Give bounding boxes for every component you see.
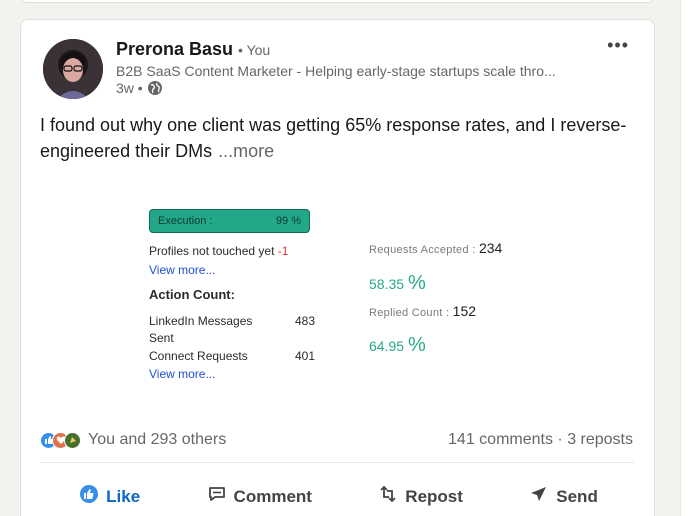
view-more-link-2: View more... bbox=[149, 367, 216, 381]
execution-label: Execution : bbox=[158, 215, 213, 227]
replied-value: 152 bbox=[452, 303, 477, 319]
author-headline: B2B SaaS Content Marketer - Helping earl… bbox=[116, 63, 556, 79]
replied-label: Replied Count : bbox=[369, 307, 450, 319]
execution-value: 99 % bbox=[275, 215, 301, 227]
accepted-percentage: 58.35 % bbox=[369, 272, 426, 295]
post-card: Prerona Basu • You B2B SaaS Content Mark… bbox=[20, 19, 655, 516]
connect-requests-label: Connect Requests bbox=[149, 349, 248, 363]
repost-button[interactable]: Repost bbox=[368, 478, 473, 515]
author-avatar[interactable] bbox=[43, 39, 103, 99]
right-sidebar-edge bbox=[680, 0, 693, 516]
replied-count: Replied Count : 152 bbox=[369, 303, 476, 319]
profiles-label: Profiles not touched yet bbox=[149, 244, 275, 258]
send-icon bbox=[529, 484, 549, 509]
comment-button[interactable]: Comment bbox=[197, 478, 322, 515]
post-text: I found out why one client was getting 6… bbox=[40, 115, 627, 161]
reaction-icons bbox=[40, 431, 81, 449]
view-more-link-1: View more... bbox=[149, 263, 216, 277]
comments-reposts-count[interactable]: 141 comments · 3 reposts bbox=[448, 431, 633, 449]
requests-accepted-value: 234 bbox=[478, 240, 503, 256]
post-actions: Like Comment Repost Send bbox=[21, 478, 656, 515]
you-indicator: • You bbox=[238, 42, 271, 58]
like-label: Like bbox=[106, 486, 141, 506]
reactions-text: You and 293 others bbox=[88, 431, 227, 448]
more-options-icon[interactable]: ••• bbox=[607, 35, 629, 56]
see-more-link[interactable]: ...more bbox=[218, 141, 274, 161]
repost-label: Repost bbox=[405, 486, 463, 506]
linkedin-messages-label-2: Sent bbox=[149, 331, 174, 345]
execution-bar: Execution : 99 % bbox=[149, 209, 310, 233]
reactions-summary[interactable]: You and 293 others bbox=[40, 431, 226, 449]
comment-label: Comment bbox=[233, 486, 312, 506]
linkedin-messages-label: LinkedIn Messages bbox=[149, 314, 253, 328]
send-button[interactable]: Send bbox=[519, 478, 608, 515]
action-count-title: Action Count: bbox=[149, 287, 235, 302]
globe-icon bbox=[147, 80, 163, 96]
connect-requests-value: 401 bbox=[295, 349, 316, 363]
profiles-not-touched: Profiles not touched yet -1 bbox=[149, 244, 288, 258]
linkedin-messages-value: 483 bbox=[295, 314, 316, 328]
author-name[interactable]: Prerona Basu bbox=[116, 39, 233, 60]
send-label: Send bbox=[556, 486, 598, 506]
celebrate-reaction-icon bbox=[64, 431, 81, 449]
post-image[interactable]: Execution : 99 % Profiles not touched ye… bbox=[21, 192, 641, 407]
comment-icon bbox=[207, 484, 227, 509]
profiles-value: -1 bbox=[277, 244, 289, 258]
replied-pct-value: 64.95 bbox=[369, 338, 405, 354]
replied-percentage: 64.95 % bbox=[369, 334, 426, 357]
like-icon bbox=[79, 484, 99, 509]
requests-accepted-label: Requests Accepted : bbox=[369, 244, 476, 256]
post-time: 3w • bbox=[116, 80, 143, 96]
repost-icon bbox=[378, 484, 398, 509]
accepted-pct-sign: % bbox=[407, 272, 426, 294]
replied-pct-sign: % bbox=[407, 334, 426, 356]
post-body: I found out why one client was getting 6… bbox=[40, 112, 630, 164]
accepted-pct-value: 58.35 bbox=[369, 276, 405, 292]
previous-post-card bbox=[20, 0, 654, 3]
requests-accepted: Requests Accepted : 234 bbox=[369, 240, 502, 256]
divider bbox=[40, 462, 634, 463]
like-button[interactable]: Like bbox=[69, 478, 150, 515]
